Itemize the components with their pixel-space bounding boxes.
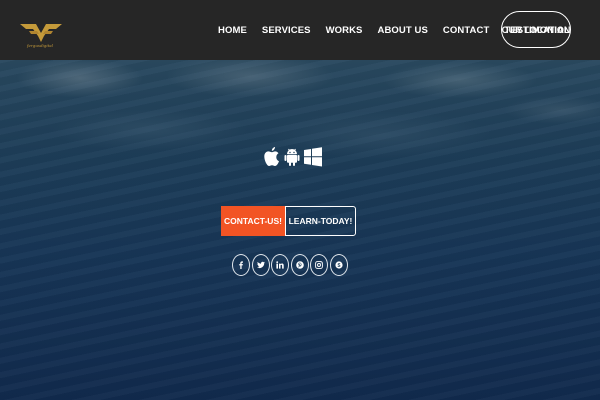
- linkedin-icon: [276, 261, 284, 269]
- instagram-link[interactable]: [310, 254, 329, 276]
- skype-link[interactable]: [329, 254, 348, 276]
- linkedin-link[interactable]: [271, 254, 290, 276]
- nav-contact[interactable]: CONTACT: [443, 25, 489, 36]
- cta-buttons: CONTACT-US! LEARN-TODAY!: [221, 206, 356, 236]
- nav-about-us[interactable]: ABOUT US: [378, 25, 428, 36]
- twitter-link[interactable]: [251, 254, 270, 276]
- skype-icon: [335, 261, 343, 269]
- twitter-icon: [256, 261, 265, 269]
- contact-us-button[interactable]: CONTACT-US!: [221, 206, 285, 236]
- hero-background: [0, 0, 600, 400]
- android-icon: [284, 148, 300, 166]
- nav-home[interactable]: HOME: [218, 25, 247, 36]
- windows-icon: [304, 147, 322, 167]
- learn-today-button[interactable]: LEARN-TODAY!: [285, 206, 356, 236]
- logo-text: fergusdigital: [27, 43, 53, 48]
- platform-icons: [264, 145, 322, 169]
- instagram-icon: [315, 261, 324, 269]
- navbar: fergusdigital HOME SERVICES WORKS ABOUT …: [0, 0, 600, 60]
- apple-icon: [264, 147, 279, 166]
- facebook-link[interactable]: [232, 254, 250, 276]
- pinterest-link[interactable]: [290, 254, 309, 276]
- social-links: [232, 254, 350, 276]
- nav-services[interactable]: SERVICES: [262, 25, 311, 36]
- our-location-button[interactable]: OUR LOCATION: [501, 11, 571, 48]
- nav-works[interactable]: WORKS: [326, 25, 363, 36]
- facebook-icon: [239, 261, 243, 269]
- pinterest-icon: [295, 261, 304, 269]
